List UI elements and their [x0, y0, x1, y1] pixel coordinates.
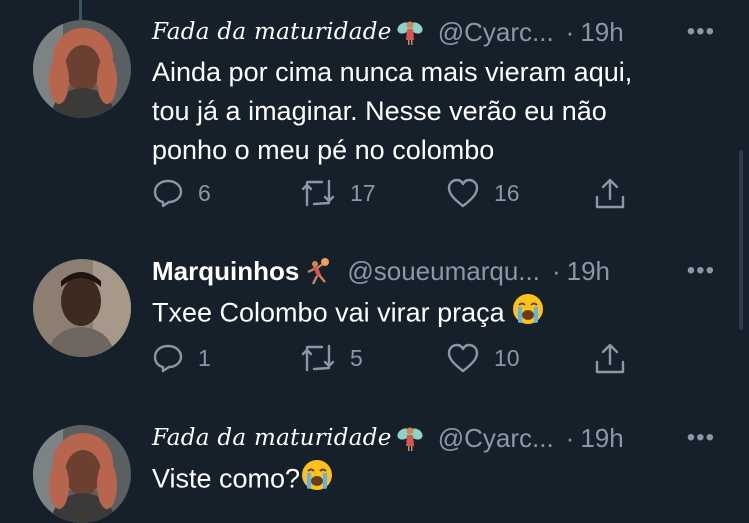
handle[interactable]: @Cyarc...: [438, 17, 554, 48]
reply-icon: [153, 344, 183, 373]
avatar[interactable]: [33, 20, 131, 118]
timestamp[interactable]: 19h: [580, 17, 623, 48]
heart-icon: [447, 178, 479, 208]
handball-icon: [303, 256, 333, 286]
retweet-button[interactable]: 17: [300, 177, 376, 209]
tweet-actions: 1 5 10: [152, 342, 632, 382]
share-button[interactable]: [594, 177, 626, 211]
separator-dot: ·: [551, 255, 561, 286]
like-button[interactable]: 16: [446, 177, 520, 209]
retweet-icon: [301, 344, 335, 372]
like-button[interactable]: 10: [446, 342, 520, 374]
share-icon: [595, 343, 625, 374]
tweet-header: Fada da maturidade @Cyarc... · 19h: [152, 14, 624, 50]
display-name[interactable]: Fada da maturidade: [152, 425, 392, 451]
loudly-crying-face-icon: [511, 292, 545, 337]
reply-count: 6: [198, 179, 211, 206]
display-name[interactable]: Fada da maturidade: [152, 19, 392, 45]
tweet-text: Viste como?: [152, 458, 712, 503]
tweet-text-content: Txee Colombo vai virar praça: [152, 297, 505, 328]
display-name[interactable]: Marquinhos: [152, 256, 299, 287]
separator-dot: ·: [565, 16, 575, 47]
like-count: 16: [494, 179, 520, 206]
more-options-icon[interactable]: •••: [687, 424, 715, 452]
share-button[interactable]: [594, 342, 626, 376]
scrollbar[interactable]: [739, 150, 743, 330]
handle[interactable]: @soueumarqu...: [347, 256, 540, 287]
timestamp[interactable]: 19h: [567, 256, 610, 287]
more-options-icon[interactable]: •••: [687, 18, 715, 46]
fairy-icon: [396, 424, 424, 452]
tweet-header: Marquinhos @soueumarqu... · 19h: [152, 253, 610, 289]
separator-dot: ·: [565, 422, 575, 453]
avatar[interactable]: [33, 425, 131, 523]
reply-count: 1: [198, 344, 211, 371]
tweet-text-content: Viste como?: [152, 463, 301, 494]
tweet-text: Ainda por cima nunca mais vieram aqui, t…: [152, 53, 712, 170]
fairy-icon: [396, 18, 424, 46]
loudly-crying-face-icon: [300, 458, 334, 503]
tweet-text-line: Ainda por cima nunca mais vieram aqui,: [152, 57, 633, 87]
thread-connector-line: [79, 0, 82, 20]
retweet-count: 5: [350, 344, 363, 371]
share-icon: [595, 178, 625, 209]
heart-icon: [447, 343, 479, 373]
more-options-icon[interactable]: •••: [687, 257, 715, 285]
avatar[interactable]: [33, 259, 131, 357]
retweet-button[interactable]: 5: [300, 342, 363, 374]
handle[interactable]: @Cyarc...: [438, 423, 554, 454]
tweet-text-line: ponho o meu pé no colombo: [152, 135, 495, 165]
tweet-text: Txee Colombo vai virar praça: [152, 292, 712, 337]
reply-icon: [153, 179, 183, 208]
tweet-header: Fada da maturidade @Cyarc... · 19h: [152, 420, 624, 456]
like-count: 10: [494, 344, 520, 371]
reply-button[interactable]: 1: [152, 342, 211, 374]
reply-button[interactable]: 6: [152, 177, 211, 209]
retweet-count: 17: [350, 179, 376, 206]
retweet-icon: [301, 179, 335, 207]
timestamp[interactable]: 19h: [580, 423, 623, 454]
tweet-actions: 6 17 16: [152, 177, 632, 217]
tweet-text-line: tou já a imaginar. Nesse verão eu não: [152, 96, 607, 126]
